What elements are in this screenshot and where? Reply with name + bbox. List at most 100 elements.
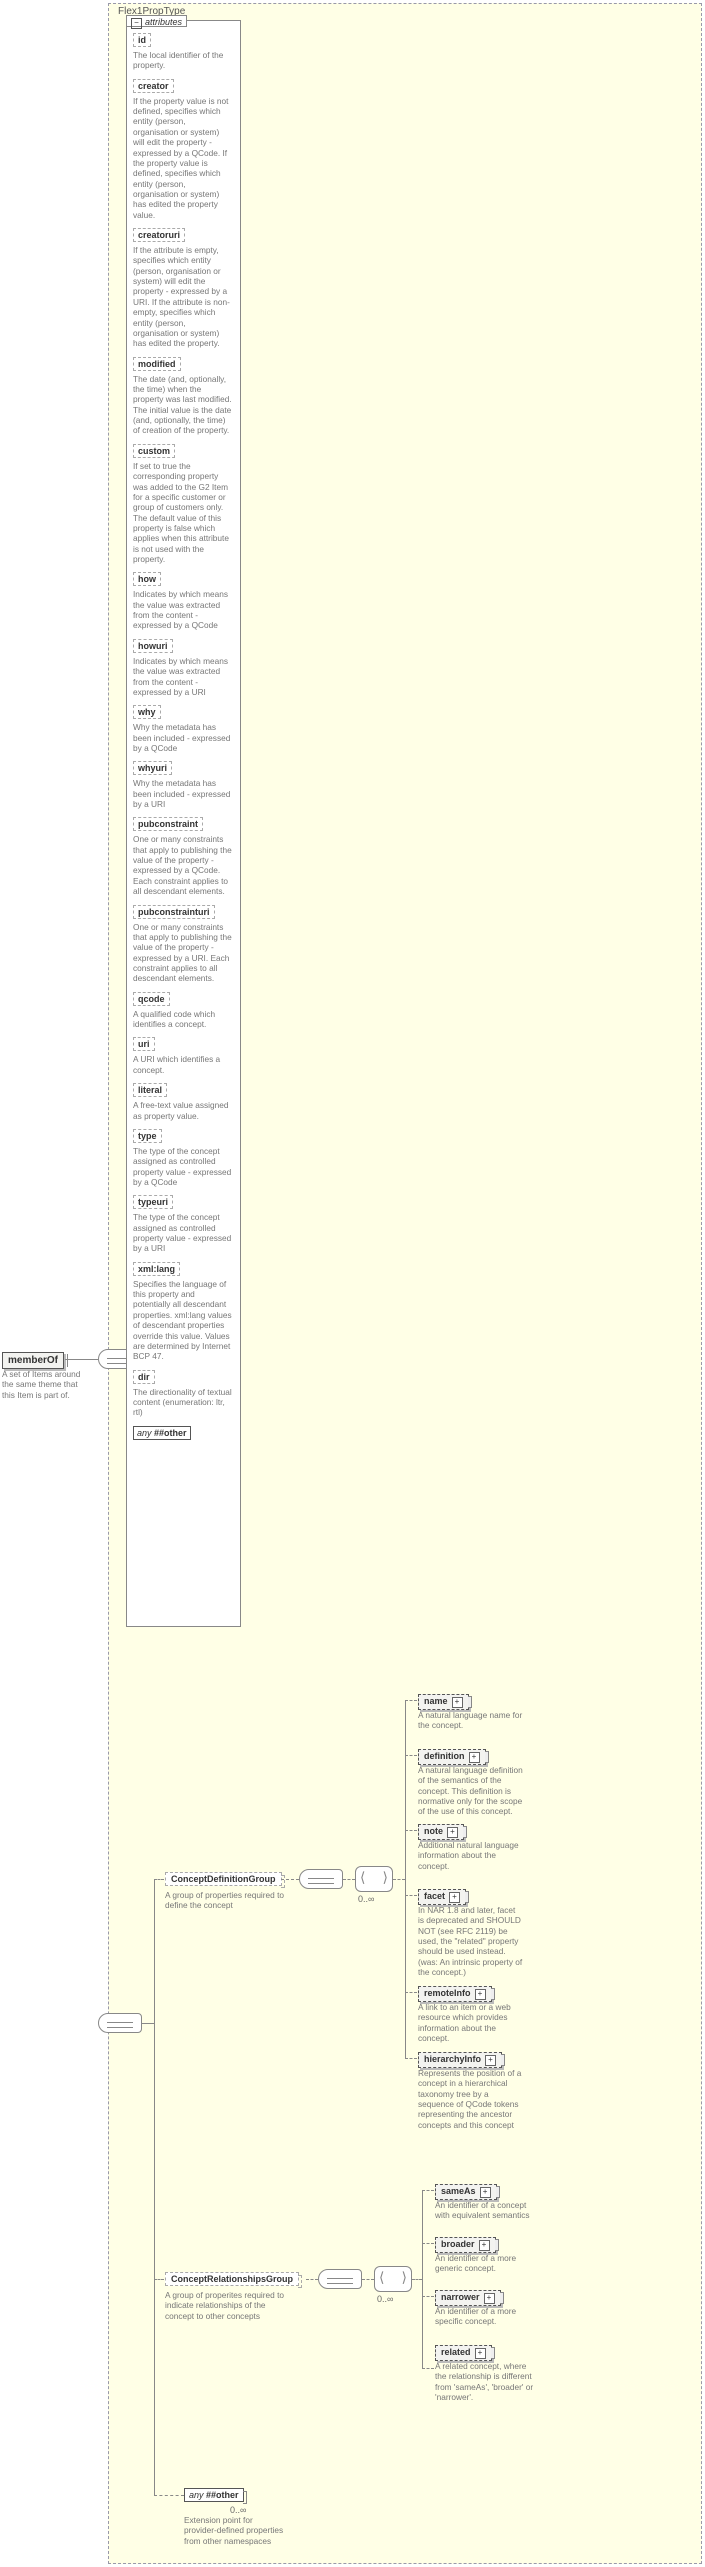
c-remoteInfo	[405, 1992, 417, 1993]
attr-why: whyWhy the metadata has been included - …	[133, 705, 234, 753]
crg-choice	[374, 2266, 412, 2292]
attr-anyOther: any ##other	[133, 1426, 234, 1440]
attr-label-creatoruri: creatoruri	[133, 228, 185, 242]
group-ConceptRelationshipsGroup: ConceptRelationshipsGroup	[165, 2272, 299, 2286]
elem-related: related+	[435, 2345, 492, 2361]
elem-related-desc: A related concept, where the relationshi…	[435, 2361, 540, 2402]
connector-any	[154, 2495, 184, 2496]
attr-label-how: how	[133, 572, 161, 586]
attr-typeuri: typeuri The type of the concept assigned …	[133, 1195, 234, 1253]
attr-label-custom: custom	[133, 444, 175, 458]
c-related	[422, 2368, 434, 2369]
attr-desc-dir: The directionality of textual content (e…	[133, 1387, 233, 1418]
c-definition	[405, 1755, 417, 1756]
attr-desc-whyuri: Why the metadata has been included - exp…	[133, 778, 233, 809]
connector-crg	[154, 2279, 164, 2280]
cdg-sequence	[299, 1869, 343, 1889]
elem-remoteInfo: remoteInfo+	[418, 1986, 492, 2002]
any-other-element: any ##other	[184, 2488, 244, 2502]
attr-creatoruri: creatoruri If the attribute is empty, spe…	[133, 228, 234, 349]
attr-label-xml:lang: xml:lang	[133, 1262, 180, 1276]
spine-crg	[422, 2190, 423, 2368]
attr-label-type: type	[133, 1129, 162, 1143]
attr-anyOther-box: any ##other	[133, 1426, 191, 1440]
c-note	[405, 1830, 417, 1831]
group-ConceptRelationshipsGroup-desc: A group of properites required to indica…	[165, 2290, 285, 2321]
crg-sequence	[318, 2269, 362, 2289]
connector-cdg-choice	[343, 1879, 355, 1880]
attr-desc-creatoruri: If the attribute is empty, specifies whi…	[133, 245, 233, 349]
connector-seq-out	[142, 2023, 154, 2024]
elem-definition: definition+	[418, 1749, 486, 1765]
c-facet	[405, 1895, 417, 1896]
attr-label-typeuri: typeuri	[133, 1195, 173, 1209]
diagram-canvas: Flex1PropType memberOf A set of Items ar…	[0, 0, 705, 2567]
elem-hierarchyInfo-desc: Represents the position of a concept in …	[418, 2068, 523, 2130]
connector-cdg-out	[281, 1879, 299, 1880]
elem-hierarchyInfo: hierarchyInfo+	[418, 2052, 502, 2068]
attr-desc-uri: A URI which identifies a concept.	[133, 1054, 233, 1075]
elem-definition-desc: A natural language definition of the sem…	[418, 1765, 523, 1817]
elem-name-desc: A natural language name for the concept.	[418, 1710, 523, 1731]
connector-cdg-spine	[393, 1879, 405, 1880]
attr-desc-creator: If the property value is not defined, sp…	[133, 96, 233, 220]
attr-desc-typeuri: The type of the concept assigned as cont…	[133, 1212, 233, 1253]
elem-note: note+	[418, 1824, 464, 1840]
cdg-choice	[355, 1866, 393, 1892]
c-broader	[422, 2243, 434, 2244]
attr-desc-xml:lang: Specifies the language of this property …	[133, 1279, 233, 1362]
attr-uri: uri A URI which identifies a concept.	[133, 1037, 234, 1075]
connector-root	[65, 1359, 98, 1360]
elem-sameAs: sameAs+	[435, 2184, 497, 2200]
any-occ: 0..∞	[230, 2505, 246, 2515]
attr-desc-id: The local identifier of the property.	[133, 50, 233, 71]
attr-whyuri: whyuri Why the metadata has been included…	[133, 761, 234, 809]
attr-pubconstraint: pubconstraintOne or many constraints tha…	[133, 817, 234, 896]
main-sequence	[98, 2013, 142, 2033]
attr-modified: modifiedThe date (and, optionally, the t…	[133, 357, 234, 436]
attr-desc-pubconstrainturi: One or many constraints that apply to pu…	[133, 922, 233, 984]
attr-desc-modified: The date (and, optionally, the time) whe…	[133, 374, 233, 436]
attr-desc-type: The type of the concept assigned as cont…	[133, 1146, 233, 1187]
elem-facet-desc: In NAR 1.8 and later, facet is deprecate…	[418, 1905, 523, 1978]
attr-label-uri: uri	[133, 1037, 155, 1051]
elem-name: name+	[418, 1694, 469, 1710]
root-element-desc: A set of Items around the same theme tha…	[2, 1369, 92, 1400]
attr-type: type The type of the concept assigned as …	[133, 1129, 234, 1187]
cdg-occ: 0..∞	[358, 1894, 374, 1904]
c-hierarchyInfo	[405, 2058, 417, 2059]
attr-label-creator: creator	[133, 79, 174, 93]
attr-label-literal: literal	[133, 1083, 167, 1097]
any-other-desc: Extension point for provider-defined pro…	[184, 2515, 284, 2546]
attr-dir: dirThe directionality of textual content…	[133, 1370, 234, 1418]
elem-narrower-desc: An identifier of a more specific concept…	[435, 2306, 540, 2327]
attr-desc-howuri: Indicates by which means the value was e…	[133, 656, 233, 697]
attr-label-qcode: qcode	[133, 992, 170, 1006]
attr-desc-how: Indicates by which means the value was e…	[133, 589, 233, 630]
elem-sameAs-desc: An identifier of a concept with equivale…	[435, 2200, 540, 2221]
attr-creator: creator If the property value is not defi…	[133, 79, 234, 220]
attr-label-id: id	[133, 33, 151, 47]
group-ConceptDefinitionGroup: ConceptDefinitionGroup	[165, 1872, 282, 1886]
spine-cdg	[405, 1700, 406, 2058]
attributes-frame: −attributes idThe local identifier of th…	[126, 20, 241, 1627]
connector-crg-choice	[362, 2279, 374, 2280]
attrs-toggle-icon[interactable]: −	[131, 18, 142, 29]
elem-facet: facet+	[418, 1889, 466, 1905]
connector-crg-out	[306, 2279, 318, 2280]
attr-xml:lang: xml:lang Specifies the language of this p…	[133, 1262, 234, 1362]
spine-main	[154, 1879, 155, 2495]
attr-id: id The local identifier of the property.	[133, 33, 234, 71]
attr-howuri: howuriIndicates by which means the value…	[133, 639, 234, 697]
connector-cdg	[154, 1879, 164, 1880]
attr-desc-custom: If set to true the corresponding propert…	[133, 461, 233, 565]
c-name	[405, 1700, 417, 1701]
connector-crg-spine	[412, 2279, 422, 2280]
c-narrower	[422, 2296, 434, 2297]
attr-qcode: qcodeA qualified code which identifies a…	[133, 992, 234, 1030]
c-sameAs	[422, 2190, 434, 2191]
attr-label-whyuri: whyuri	[133, 761, 172, 775]
crg-occ: 0..∞	[377, 2294, 393, 2304]
elem-broader: broader+	[435, 2237, 496, 2253]
attr-custom: custom If set to true the corresponding p…	[133, 444, 234, 565]
